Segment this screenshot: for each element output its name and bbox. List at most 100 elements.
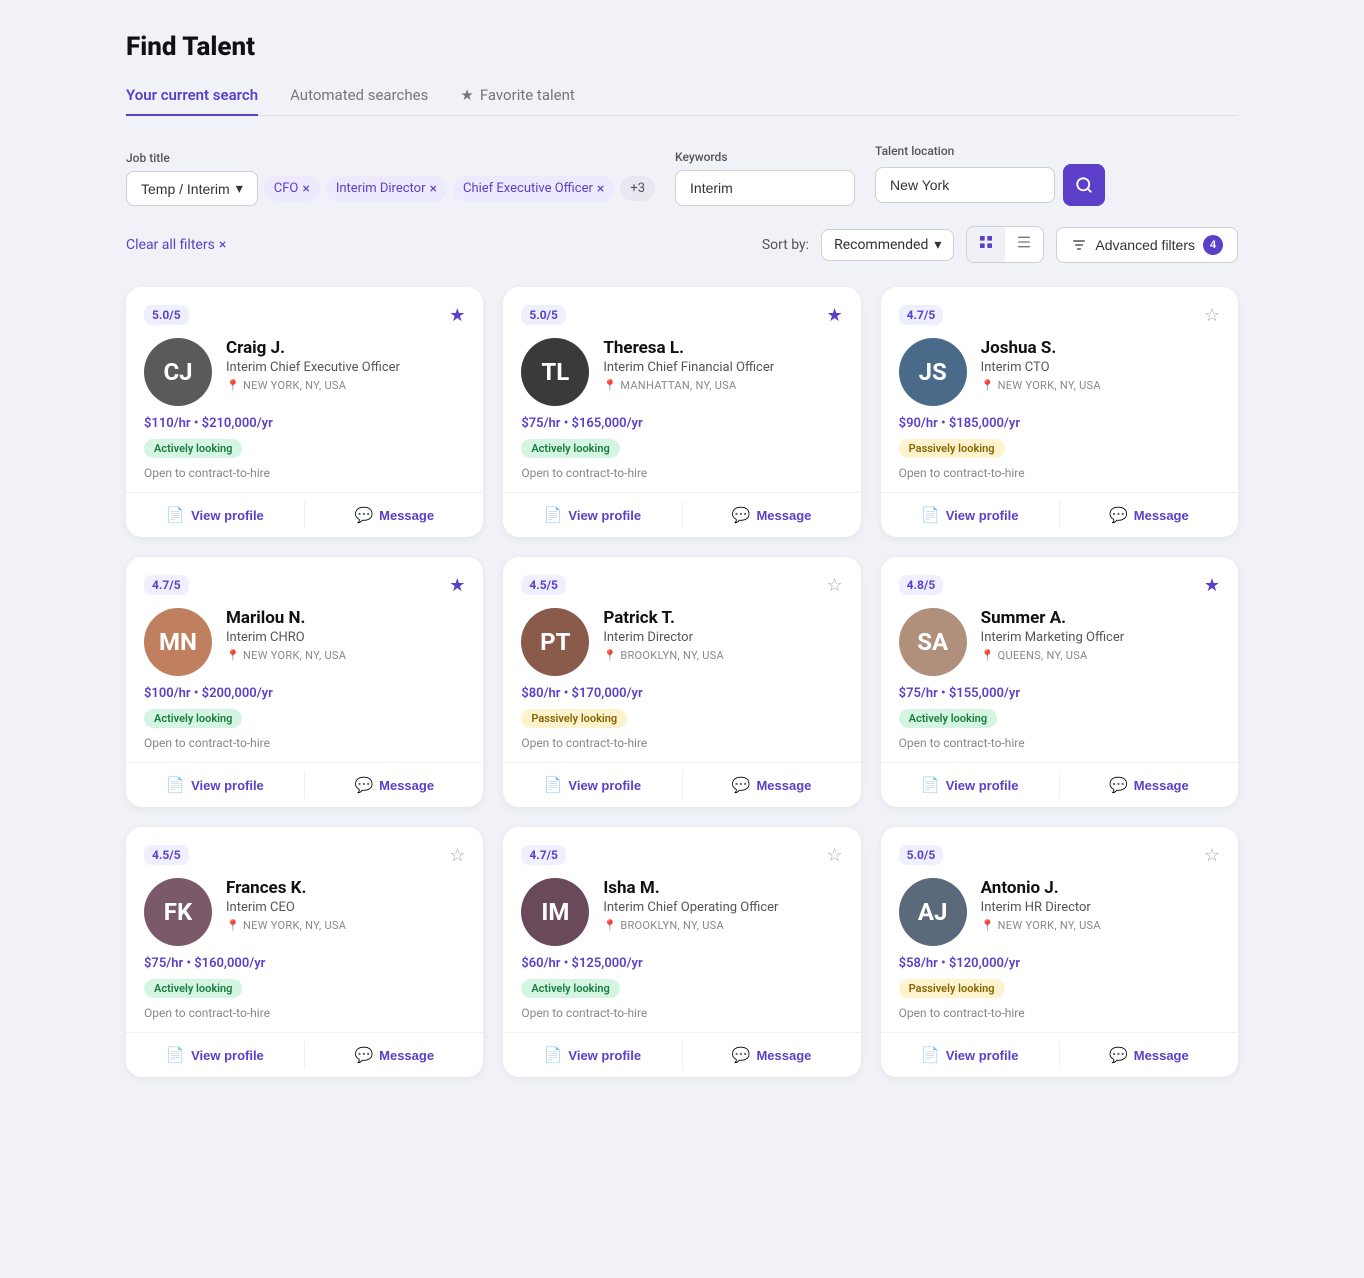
avatar: FK bbox=[144, 878, 212, 946]
clear-filters-button[interactable]: Clear all filters × bbox=[126, 237, 226, 253]
view-profile-button[interactable]: 📄 View profile bbox=[126, 763, 304, 807]
person-info: PT Patrick T. Interim Director 📍 BROOKLY… bbox=[521, 608, 842, 676]
favorite-star[interactable]: ☆ bbox=[827, 845, 843, 866]
search-button[interactable] bbox=[1063, 164, 1105, 206]
avatar: MN bbox=[144, 608, 212, 676]
candidate-card: 4.5/5 ☆ FK Frances K. Interim CEO 📍 NEW … bbox=[126, 827, 483, 1077]
person-title: Interim CHRO bbox=[226, 630, 465, 645]
favorite-star[interactable]: ★ bbox=[1204, 575, 1220, 596]
rating-badge: 5.0/5 bbox=[899, 845, 944, 865]
sort-dropdown[interactable]: Recommended ▾ bbox=[821, 229, 954, 261]
person-location: 📍 NEW YORK, NY, USA bbox=[981, 379, 1220, 392]
message-icon: 💬 bbox=[354, 776, 373, 794]
person-info: MN Marilou N. Interim CHRO 📍 NEW YORK, N… bbox=[144, 608, 465, 676]
view-profile-button[interactable]: 📄 View profile bbox=[126, 1033, 304, 1077]
sort-area: Sort by: Recommended ▾ bbox=[762, 226, 1238, 263]
contract-note: Open to contract-to-hire bbox=[144, 736, 465, 750]
message-icon: 💬 bbox=[732, 776, 751, 794]
status-badge: Passively looking bbox=[899, 979, 1005, 998]
card-top: 5.0/5 ☆ bbox=[899, 845, 1220, 866]
favorite-star[interactable]: ★ bbox=[449, 305, 465, 326]
message-button[interactable]: 💬 Message bbox=[683, 763, 861, 807]
remove-interim-director-tag[interactable]: × bbox=[430, 181, 437, 197]
list-view-button[interactable] bbox=[1005, 227, 1043, 262]
tab-current-search[interactable]: Your current search bbox=[126, 86, 258, 116]
message-icon: 💬 bbox=[1109, 776, 1128, 794]
advanced-filters-button[interactable]: Advanced filters 4 bbox=[1056, 227, 1238, 263]
card-footer: 📄 View profile 💬 Message bbox=[126, 1032, 483, 1077]
profile-icon: 📄 bbox=[166, 1046, 185, 1064]
favorite-star[interactable]: ★ bbox=[827, 305, 843, 326]
status-badge: Actively looking bbox=[899, 709, 997, 728]
favorite-star[interactable]: ☆ bbox=[1204, 845, 1220, 866]
person-info: JS Joshua S. Interim CTO 📍 NEW YORK, NY,… bbox=[899, 338, 1220, 406]
message-button[interactable]: 💬 Message bbox=[305, 763, 483, 807]
candidate-card: 4.7/5 ☆ JS Joshua S. Interim CTO 📍 NEW Y… bbox=[881, 287, 1238, 537]
message-button[interactable]: 💬 Message bbox=[1060, 1033, 1238, 1077]
favorite-star[interactable]: ☆ bbox=[1204, 305, 1220, 326]
tag-cfo: CFO × bbox=[264, 176, 320, 202]
favorite-star[interactable]: ★ bbox=[449, 575, 465, 596]
profile-icon: 📄 bbox=[544, 776, 563, 794]
job-title-filter: Job title Temp / Interim ▾ CFO × Interim… bbox=[126, 151, 655, 206]
person-title: Interim Chief Financial Officer bbox=[603, 360, 842, 375]
rates: $75/hr • $165,000/yr bbox=[521, 416, 842, 431]
view-profile-button[interactable]: 📄 View profile bbox=[503, 763, 681, 807]
remove-ceo-tag[interactable]: × bbox=[597, 181, 604, 197]
card-top: 4.7/5 ☆ bbox=[521, 845, 842, 866]
rates: $90/hr • $185,000/yr bbox=[899, 416, 1220, 431]
view-profile-button[interactable]: 📄 View profile bbox=[881, 1033, 1059, 1077]
tag-interim-director: Interim Director × bbox=[326, 176, 447, 202]
card-top: 5.0/5 ★ bbox=[521, 305, 842, 326]
view-profile-button[interactable]: 📄 View profile bbox=[881, 763, 1059, 807]
location-pin-icon: 📍 bbox=[226, 919, 240, 932]
sort-label: Sort by: bbox=[762, 237, 809, 253]
person-info: IM Isha M. Interim Chief Operating Offic… bbox=[521, 878, 842, 946]
person-info: AJ Antonio J. Interim HR Director 📍 NEW … bbox=[899, 878, 1220, 946]
person-details: Antonio J. Interim HR Director 📍 NEW YOR… bbox=[981, 878, 1220, 932]
person-info: SA Summer A. Interim Marketing Officer 📍… bbox=[899, 608, 1220, 676]
person-title: Interim Chief Executive Officer bbox=[226, 360, 465, 375]
candidate-card: 5.0/5 ★ CJ Craig J. Interim Chief Execut… bbox=[126, 287, 483, 537]
status-badge: Actively looking bbox=[521, 979, 619, 998]
rates: $75/hr • $155,000/yr bbox=[899, 686, 1220, 701]
rates: $60/hr • $125,000/yr bbox=[521, 956, 842, 971]
message-button[interactable]: 💬 Message bbox=[305, 1033, 483, 1077]
rating-badge: 4.5/5 bbox=[144, 845, 189, 865]
rates: $58/hr • $120,000/yr bbox=[899, 956, 1220, 971]
rating-badge: 5.0/5 bbox=[521, 305, 566, 325]
view-profile-button[interactable]: 📄 View profile bbox=[503, 1033, 681, 1077]
favorite-star[interactable]: ☆ bbox=[449, 845, 465, 866]
view-profile-button[interactable]: 📄 View profile bbox=[126, 493, 304, 537]
message-button[interactable]: 💬 Message bbox=[683, 493, 861, 537]
location-input[interactable] bbox=[875, 167, 1055, 203]
card-top: 4.7/5 ★ bbox=[144, 575, 465, 596]
tag-ceo: Chief Executive Officer × bbox=[453, 176, 614, 202]
view-profile-button[interactable]: 📄 View profile bbox=[503, 493, 681, 537]
tab-automated-searches[interactable]: Automated searches bbox=[290, 86, 428, 116]
profile-icon: 📄 bbox=[544, 1046, 563, 1064]
view-profile-button[interactable]: 📄 View profile bbox=[881, 493, 1059, 537]
avatar: IM bbox=[521, 878, 589, 946]
card-footer: 📄 View profile 💬 Message bbox=[881, 492, 1238, 537]
grid-view-button[interactable] bbox=[967, 227, 1005, 262]
job-title-dropdown[interactable]: Temp / Interim ▾ bbox=[126, 171, 258, 206]
message-button[interactable]: 💬 Message bbox=[1060, 493, 1238, 537]
card-footer: 📄 View profile 💬 Message bbox=[881, 762, 1238, 807]
keywords-input[interactable] bbox=[675, 170, 855, 206]
person-location: 📍 BROOKLYN, NY, USA bbox=[603, 919, 842, 932]
card-body: 4.7/5 ☆ JS Joshua S. Interim CTO 📍 NEW Y… bbox=[881, 287, 1238, 492]
location-pin-icon: 📍 bbox=[981, 379, 995, 392]
avatar: PT bbox=[521, 608, 589, 676]
tab-favorite-talent[interactable]: ★ Favorite talent bbox=[460, 86, 574, 116]
status-badge: Passively looking bbox=[521, 709, 627, 728]
message-button[interactable]: 💬 Message bbox=[305, 493, 483, 537]
message-button[interactable]: 💬 Message bbox=[683, 1033, 861, 1077]
person-title: Interim HR Director bbox=[981, 900, 1220, 915]
favorite-star[interactable]: ☆ bbox=[827, 575, 843, 596]
contract-note: Open to contract-to-hire bbox=[144, 466, 465, 480]
message-button[interactable]: 💬 Message bbox=[1060, 763, 1238, 807]
remove-cfo-tag[interactable]: × bbox=[302, 181, 309, 197]
card-footer: 📄 View profile 💬 Message bbox=[503, 1032, 860, 1077]
contract-note: Open to contract-to-hire bbox=[899, 466, 1220, 480]
